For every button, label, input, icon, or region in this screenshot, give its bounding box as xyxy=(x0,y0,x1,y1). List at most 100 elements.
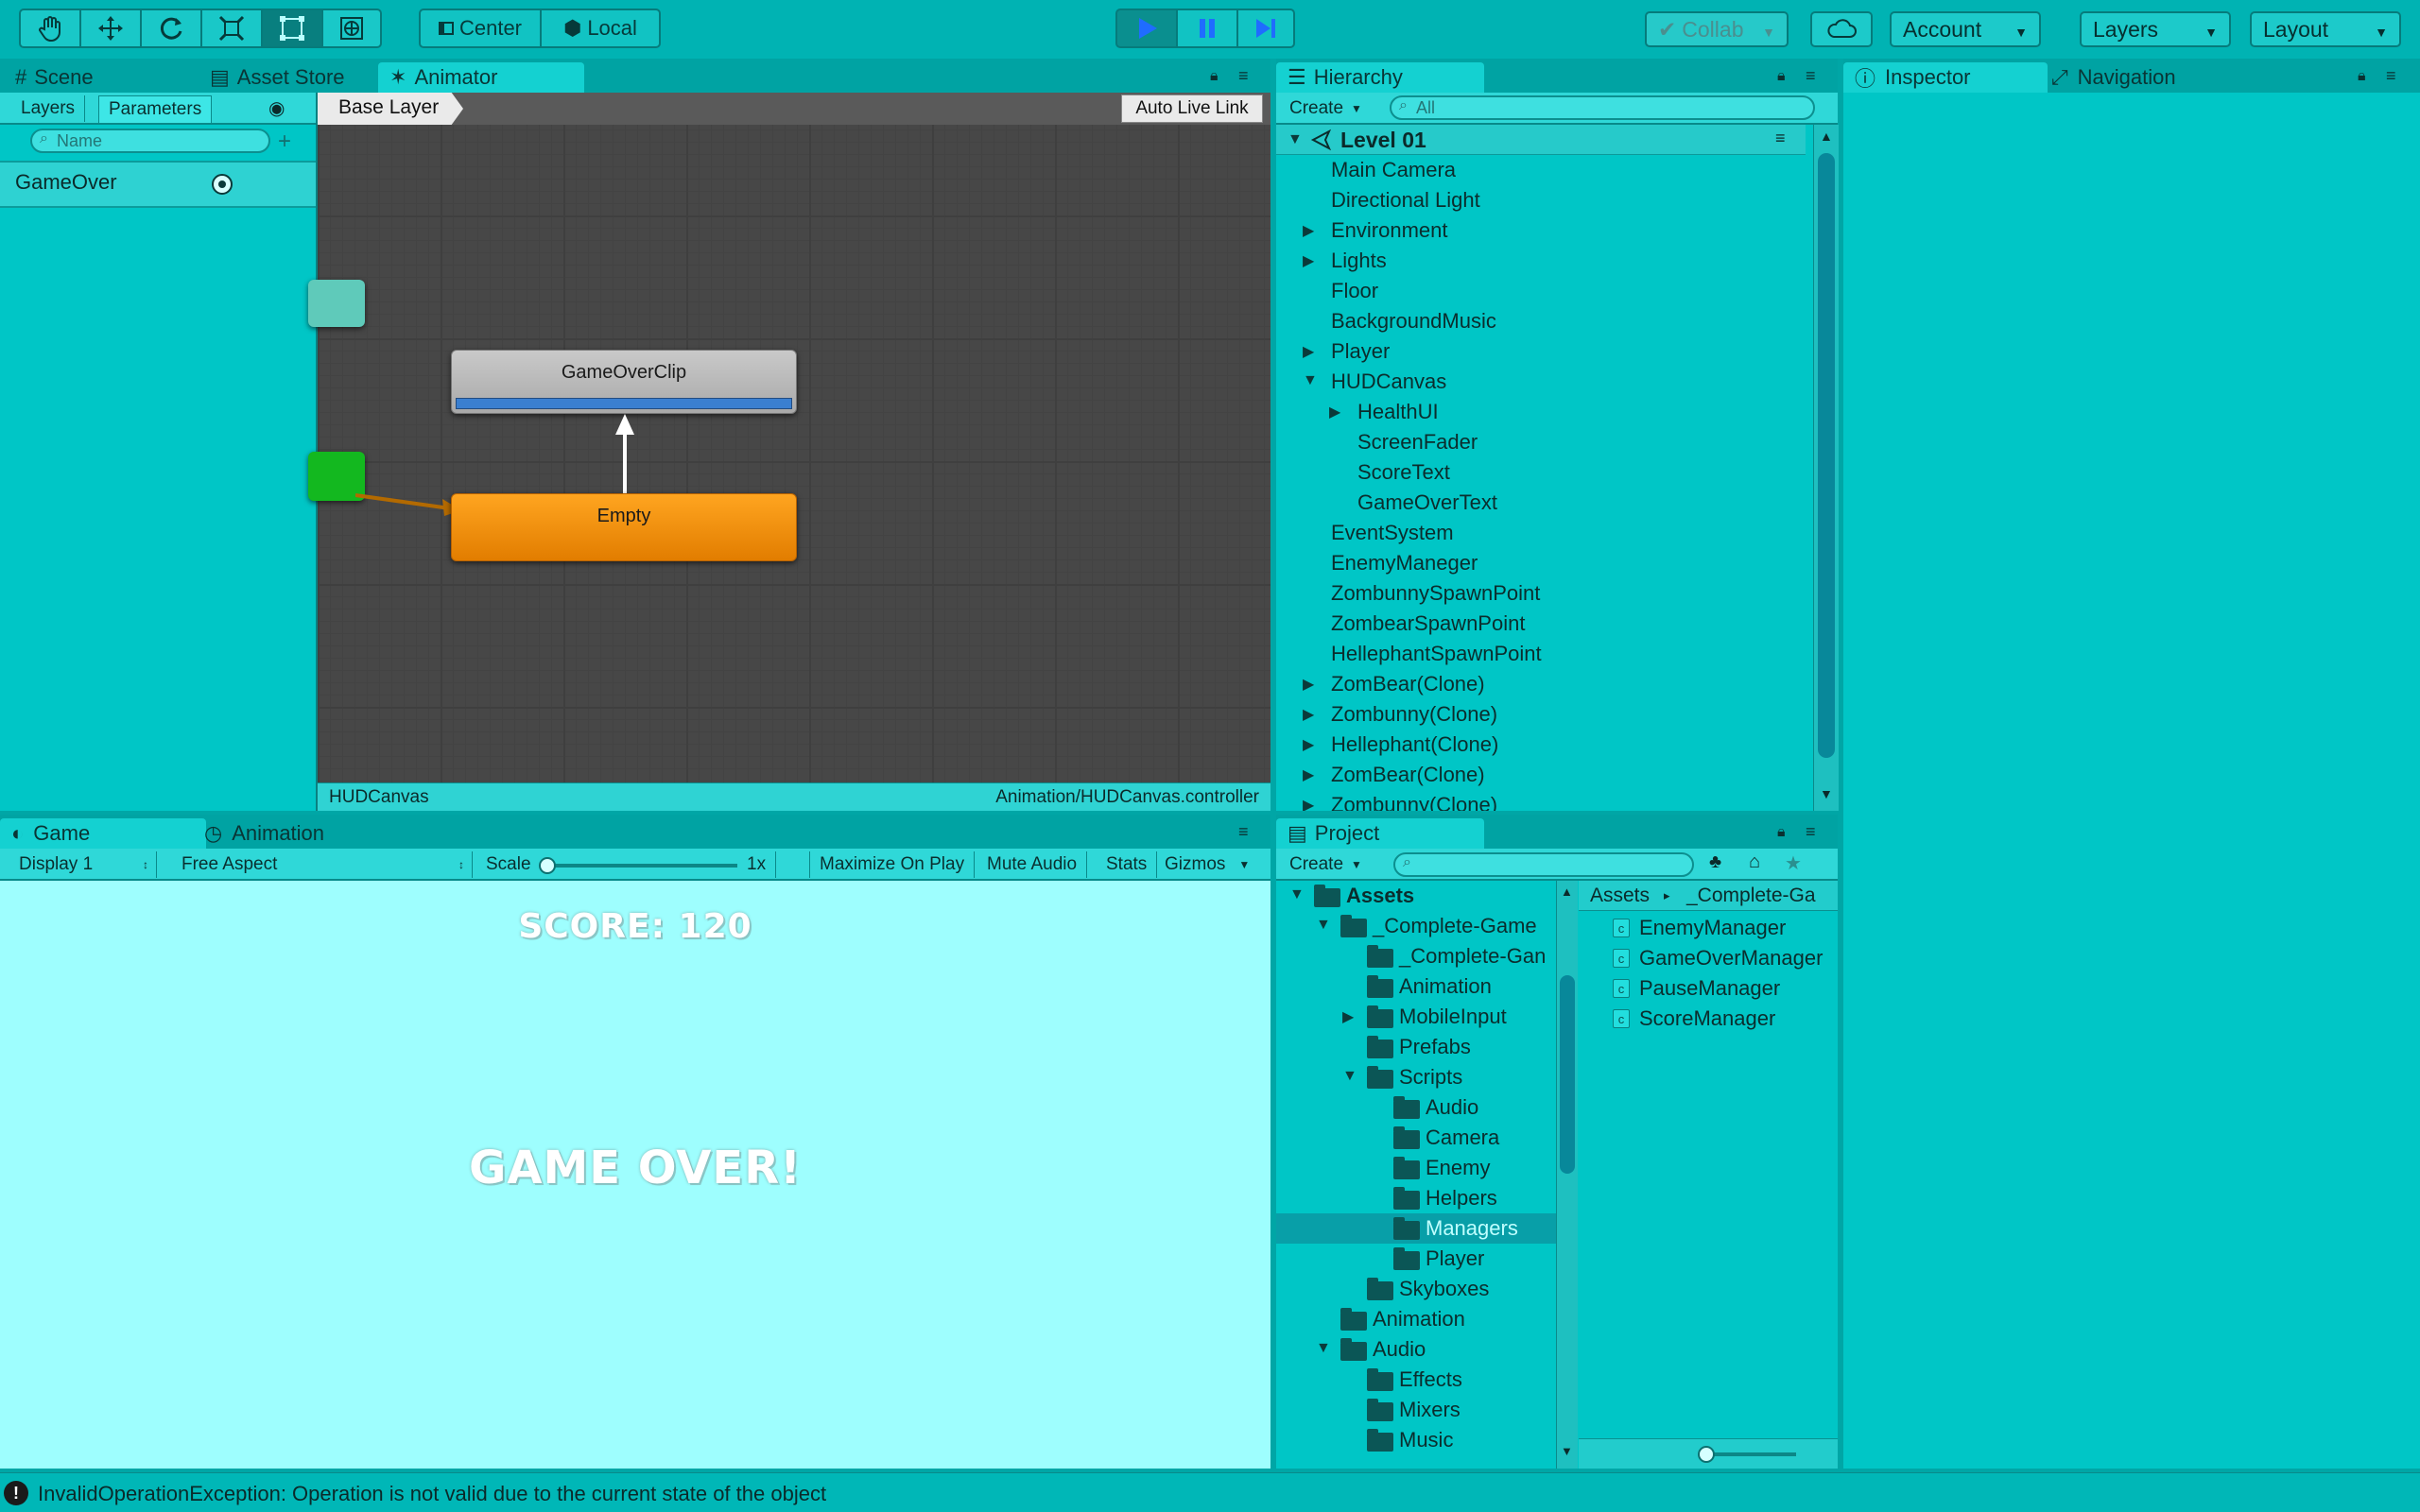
aspect-select[interactable]: Free Aspect ↕ xyxy=(172,851,473,878)
eye-icon[interactable]: ◉ xyxy=(268,96,285,120)
pause-button[interactable] xyxy=(1176,9,1238,48)
hierarchy-item[interactable]: EnemyManeger xyxy=(1276,548,1806,578)
hierarchy-item[interactable]: ZombunnySpawnPoint xyxy=(1276,578,1806,609)
hierarchy-item[interactable]: HellephantSpawnPoint xyxy=(1276,639,1806,669)
rect-tool-button[interactable] xyxy=(261,9,321,48)
project-folder-item[interactable]: Effects xyxy=(1276,1365,1556,1395)
project-folder-item[interactable]: Animation xyxy=(1276,971,1556,1002)
scroll-down-icon[interactable]: ▼ xyxy=(1561,1444,1573,1458)
tab-animator[interactable]: ✶ Animator xyxy=(378,62,584,93)
project-folder-item[interactable]: Prefabs xyxy=(1276,1032,1556,1062)
star-icon[interactable]: ★ xyxy=(1785,851,1802,875)
animator-graph[interactable]: Base Layer Auto Live Link GameOverClip E… xyxy=(308,93,1270,782)
project-folder-item[interactable]: ▼ _Complete-Game xyxy=(1276,911,1556,941)
collapse-triangle-icon[interactable]: ▼ xyxy=(1316,1340,1331,1357)
hierarchy-item[interactable]: ▶ Hellephant(Clone) xyxy=(1276,730,1806,760)
project-folder-item[interactable]: Helpers xyxy=(1276,1183,1556,1213)
pivot-center-button[interactable]: Center xyxy=(419,9,542,48)
hierarchy-item[interactable]: ScoreText xyxy=(1276,457,1806,488)
menu-icon[interactable]: ≡ xyxy=(1238,822,1249,842)
lock-icon[interactable]: 🔒︎ xyxy=(2358,68,2366,85)
expand-triangle-icon[interactable]: ▶ xyxy=(1303,735,1314,754)
lock-icon[interactable]: 🔒︎ xyxy=(1777,68,1786,85)
expand-triangle-icon[interactable]: ▶ xyxy=(1329,403,1340,421)
tab-hierarchy[interactable]: ☰ Hierarchy xyxy=(1276,62,1484,93)
menu-icon[interactable]: ≡ xyxy=(1806,66,1816,86)
project-scroll-thumb[interactable] xyxy=(1560,975,1575,1174)
hierarchy-item[interactable]: GameOverText xyxy=(1276,488,1806,518)
expand-triangle-icon[interactable]: ▶ xyxy=(1303,675,1314,694)
scale-tool-button[interactable] xyxy=(200,9,261,48)
project-folder-item[interactable]: ▼ Scripts xyxy=(1276,1062,1556,1092)
mute-audio-button[interactable]: Mute Audio xyxy=(977,851,1088,878)
hierarchy-item[interactable]: Main Camera xyxy=(1276,155,1806,185)
parameter-search-input[interactable]: ⌕ Name xyxy=(30,129,270,153)
hierarchy-item[interactable]: ▶ ZomBear(Clone) xyxy=(1276,760,1806,790)
project-folder-item[interactable]: Audio xyxy=(1276,1092,1556,1123)
state-transition-arrow[interactable] xyxy=(611,414,639,495)
parameter-row[interactable]: GameOver xyxy=(0,161,316,208)
hand-tool-button[interactable] xyxy=(19,9,79,48)
collapse-triangle-icon[interactable]: ▼ xyxy=(1342,1068,1357,1085)
tab-asset-store[interactable]: ▤ Asset Store xyxy=(199,62,356,93)
lock-icon[interactable]: 🔒︎ xyxy=(1777,824,1786,841)
hierarchy-item[interactable]: EventSystem xyxy=(1276,518,1806,548)
hierarchy-create-button[interactable]: Create ▼ xyxy=(1280,95,1372,122)
menu-icon[interactable]: ≡ xyxy=(1806,822,1816,842)
project-folder-item[interactable]: _Complete-Gan xyxy=(1276,941,1556,971)
play-button[interactable] xyxy=(1115,9,1178,48)
scale-slider-handle[interactable] xyxy=(539,857,556,874)
hierarchy-scroll-thumb[interactable] xyxy=(1818,153,1835,758)
lock-icon[interactable]: 🔒︎ xyxy=(1210,68,1219,85)
add-parameter-icon[interactable]: + xyxy=(278,129,291,155)
collapse-triangle-icon[interactable]: ▼ xyxy=(1289,886,1305,903)
project-folder-item[interactable]: Player xyxy=(1276,1244,1556,1274)
maximize-on-play-button[interactable]: Maximize On Play xyxy=(809,851,976,878)
gizmos-button[interactable]: Gizmos ▼ xyxy=(1155,851,1259,878)
scene-menu-icon[interactable]: ≡ xyxy=(1775,129,1786,148)
expand-triangle-icon[interactable]: ▶ xyxy=(1303,221,1314,240)
hierarchy-item[interactable]: ▶ Player xyxy=(1276,336,1806,367)
scroll-down-icon[interactable]: ▼ xyxy=(1820,786,1833,801)
stats-button[interactable]: Stats xyxy=(1097,851,1158,878)
any-state-node[interactable] xyxy=(308,280,365,327)
breadcrumb[interactable]: Base Layer xyxy=(318,93,463,125)
tab-inspector[interactable]: ⓘ Inspector xyxy=(1843,62,2048,93)
game-view[interactable]: SCORE: 120 GAME OVER! xyxy=(0,881,1270,1469)
tab-game[interactable]: ◐ Game xyxy=(0,818,206,849)
tab-project[interactable]: ▤ Project xyxy=(1276,818,1484,849)
hierarchy-item[interactable]: ▶ Zombunny(Clone) xyxy=(1276,790,1806,811)
expand-triangle-icon[interactable]: ▼ xyxy=(1288,131,1303,148)
project-search-input[interactable]: ⌕ xyxy=(1393,852,1694,877)
expand-triangle-icon[interactable]: ▶ xyxy=(1303,251,1314,270)
hierarchy-item[interactable]: ZombearSpawnPoint xyxy=(1276,609,1806,639)
collapse-triangle-icon[interactable]: ▼ xyxy=(1303,372,1318,389)
project-folder-item[interactable]: Skyboxes xyxy=(1276,1274,1556,1304)
tag-icon[interactable]: ⌂ xyxy=(1749,851,1760,873)
filter-type-icon[interactable]: ♣ xyxy=(1709,851,1721,873)
tab-navigation[interactable]: ⤢ Navigation xyxy=(2040,62,2187,93)
hierarchy-item[interactable]: ▶ Lights xyxy=(1276,246,1806,276)
trigger-radio[interactable] xyxy=(212,174,233,195)
scale-slider-track[interactable] xyxy=(543,864,737,868)
layers-dropdown[interactable]: Layers ▼ xyxy=(2080,11,2231,47)
hierarchy-item[interactable]: Floor xyxy=(1276,276,1806,306)
tab-scene[interactable]: # Scene xyxy=(4,62,105,93)
breadcrumb-assets[interactable]: Assets xyxy=(1590,885,1650,907)
project-folder-item[interactable]: Enemy xyxy=(1276,1153,1556,1183)
space-local-button[interactable]: ⬢ Local xyxy=(540,9,661,48)
project-folder-item[interactable]: Mixers xyxy=(1276,1395,1556,1425)
state-gameoverclip[interactable]: GameOverClip xyxy=(451,350,797,414)
project-folder-item[interactable]: Music xyxy=(1276,1425,1556,1455)
project-file-item[interactable]: c PauseManager xyxy=(1579,973,1838,1004)
transform-tool-button[interactable] xyxy=(321,9,382,48)
project-folder-item[interactable]: ▼ Assets xyxy=(1276,881,1556,911)
project-folder-item[interactable]: ▶ MobileInput xyxy=(1276,1002,1556,1032)
icon-size-handle[interactable] xyxy=(1698,1446,1715,1463)
project-folder-item[interactable]: ▼ Audio xyxy=(1276,1334,1556,1365)
status-bar[interactable]: ! InvalidOperationException: Operation i… xyxy=(0,1472,2420,1512)
hierarchy-item[interactable]: ▶ ZomBear(Clone) xyxy=(1276,669,1806,699)
project-file-item[interactable]: c ScoreManager xyxy=(1579,1004,1838,1034)
scroll-up-icon[interactable]: ▲ xyxy=(1561,885,1573,899)
icon-size-slider[interactable] xyxy=(1702,1452,1796,1456)
